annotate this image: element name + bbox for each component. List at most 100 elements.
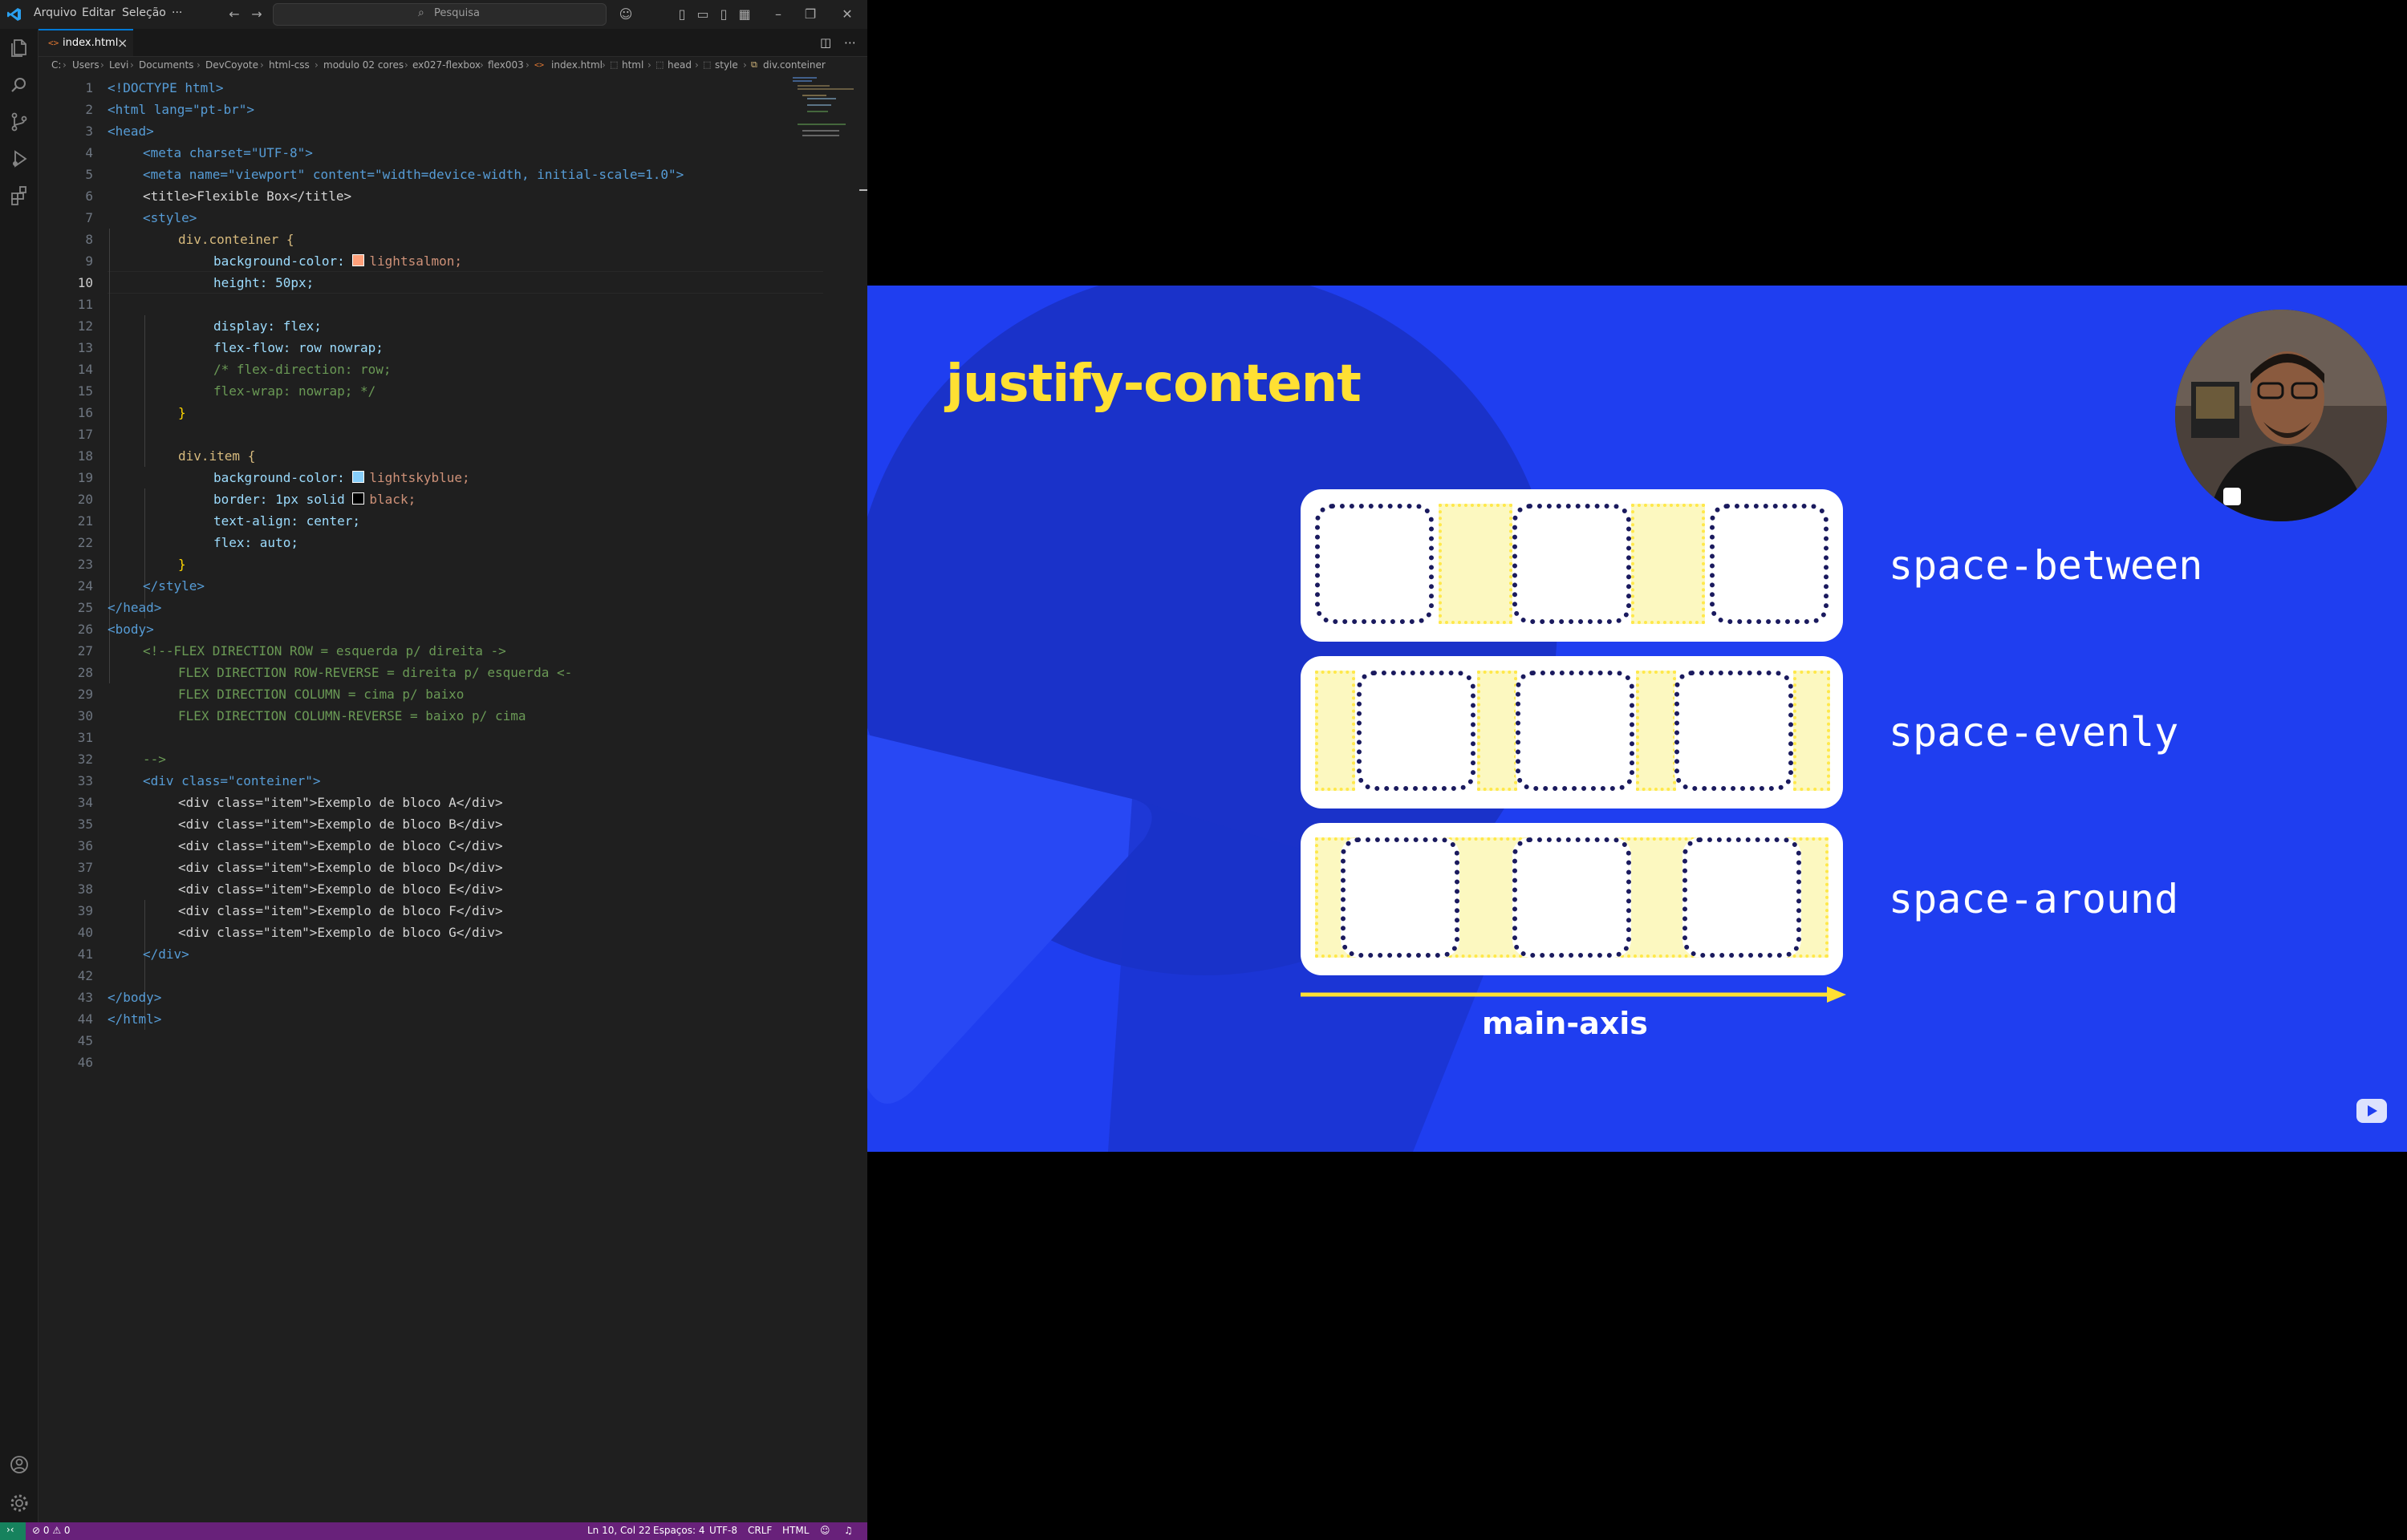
toggle-primary-sidebar-icon[interactable]: ▯ <box>674 6 690 22</box>
menu-editar[interactable]: Editar <box>82 6 115 19</box>
code-line: border: 1px solid black; <box>213 488 416 510</box>
breadcrumb-item[interactable]: head <box>668 59 692 71</box>
code-line: flex-wrap: nowrap; */ <box>213 383 376 399</box>
breadcrumb-item[interactable]: Users <box>72 59 99 71</box>
activity-bar <box>0 29 39 1522</box>
code-line: } <box>178 557 186 572</box>
line-number: 8 <box>85 232 93 247</box>
main-axis-label: main-axis <box>1482 1006 1648 1041</box>
run-debug-icon[interactable] <box>8 148 30 170</box>
scrollbar-indicator[interactable] <box>859 189 867 191</box>
notifications-bell-icon[interactable]: ♫ <box>844 1525 853 1536</box>
line-number: 30 <box>77 708 93 723</box>
copilot-status-icon[interactable]: ☺ <box>820 1525 830 1536</box>
line-number: 13 <box>77 340 93 355</box>
line-number: 11 <box>77 297 93 312</box>
code-line: <title>Flexible Box</title> <box>143 188 352 204</box>
breadcrumb-item[interactable]: flex003 <box>488 59 524 71</box>
forward-arrow-icon[interactable]: → <box>249 6 265 22</box>
line-number: 20 <box>77 492 93 507</box>
more-actions-icon[interactable]: ⋯ <box>844 35 856 50</box>
remote-indicator[interactable]: ›‹ <box>0 1522 26 1540</box>
file-encoding[interactable]: UTF-8 <box>709 1525 737 1536</box>
menu-selecao[interactable]: Seleção <box>122 6 166 19</box>
source-control-icon[interactable] <box>8 111 30 133</box>
command-search[interactable]: ⌕ Pesquisa <box>273 3 607 26</box>
code-line: background-color: lightsalmon; <box>213 250 462 272</box>
line-number: 40 <box>77 925 93 940</box>
close-window-icon[interactable]: ✕ <box>839 6 855 22</box>
css-property: border: 1px solid <box>213 492 345 507</box>
breadcrumb-item[interactable]: ex027-flexbox <box>412 59 481 71</box>
line-number: 35 <box>77 817 93 832</box>
color-swatch-lightsalmon[interactable] <box>352 254 365 266</box>
line-number: 43 <box>77 990 93 1005</box>
toggle-panel-icon[interactable]: ▭ <box>695 6 711 22</box>
line-ending[interactable]: CRLF <box>748 1525 772 1536</box>
explorer-icon[interactable] <box>8 37 30 59</box>
color-swatch-black[interactable] <box>352 492 365 505</box>
customize-layout-icon[interactable]: ▦ <box>737 6 753 22</box>
breadcrumb-item[interactable]: style <box>715 59 738 71</box>
breadcrumb-item[interactable]: Documents <box>139 59 193 71</box>
cursor-position[interactable]: Ln 10, Col 22 <box>587 1525 651 1536</box>
row-label-space-between: space-between <box>1889 542 2203 589</box>
search-label: Pesquisa <box>434 7 480 19</box>
slide: justify-content space-between space-even… <box>867 286 2407 1152</box>
vscode-window: Arquivo Editar Seleção ··· ← → ⌕ Pesquis… <box>0 0 867 1540</box>
language-mode[interactable]: HTML <box>782 1525 809 1536</box>
search-sidebar-icon[interactable] <box>8 74 30 96</box>
settings-gear-icon[interactable] <box>8 1492 30 1514</box>
tab-close-icon[interactable]: × <box>117 35 128 51</box>
line-number: 34 <box>77 795 93 810</box>
extensions-icon[interactable] <box>8 184 30 207</box>
problems-count[interactable]: ⊘ 0 ⚠ 0 <box>32 1525 71 1536</box>
line-number: 42 <box>77 968 93 983</box>
breadcrumb-item[interactable]: C: <box>51 59 61 71</box>
breadcrumb-item[interactable]: div.conteiner <box>763 59 826 71</box>
css-property: background-color: <box>213 470 345 485</box>
code-line: <!DOCTYPE html> <box>108 80 224 95</box>
line-number: 37 <box>77 860 93 875</box>
split-editor-icon[interactable]: ◫ <box>820 35 831 50</box>
toggle-secondary-sidebar-icon[interactable]: ▯ <box>716 6 732 22</box>
line-number: 12 <box>77 318 93 334</box>
back-arrow-icon[interactable]: ← <box>226 6 242 22</box>
breadcrumb: C: › Users › Levi › Documents › DevCoyot… <box>51 59 826 71</box>
breadcrumb-item[interactable]: html-css <box>269 59 310 71</box>
line-number: 21 <box>77 513 93 529</box>
line-number: 25 <box>77 600 93 615</box>
breadcrumb-item[interactable]: modulo 02 cores <box>323 59 404 71</box>
code-line: </style> <box>143 578 205 594</box>
menu-arquivo[interactable]: Arquivo <box>34 6 77 19</box>
breadcrumb-item[interactable]: DevCoyote <box>205 59 258 71</box>
code-line: flex: auto; <box>213 535 298 550</box>
presenter-webcam <box>2175 310 2387 521</box>
css-selector-icon: ⧉ <box>751 59 757 70</box>
color-swatch-lightskyblue[interactable] <box>352 471 365 483</box>
code-editor[interactable]: 1 2 3 4 5 6 7 8 9 10 11 12 13 14 15 16 1… <box>39 77 867 1521</box>
css-value: lightsalmon; <box>369 253 462 269</box>
account-icon[interactable] <box>8 1453 30 1476</box>
indentation[interactable]: Espaços: 4 <box>653 1525 705 1536</box>
code-line: /* flex-direction: row; <box>213 362 392 377</box>
remote-icon: ›‹ <box>6 1524 14 1535</box>
code-line: <div class="conteiner"> <box>143 773 321 788</box>
breadcrumb-item[interactable]: html <box>622 59 643 71</box>
copilot-icon[interactable]: ☺ <box>618 6 634 22</box>
menu-more[interactable]: ··· <box>172 6 182 19</box>
code-line: div.conteiner { <box>178 232 294 247</box>
breadcrumb-item[interactable]: Levi <box>109 59 128 71</box>
minimize-icon[interactable]: – <box>770 6 786 22</box>
minimap[interactable] <box>793 77 857 141</box>
tab-index-html[interactable]: <> index.html × <box>39 29 133 56</box>
breadcrumb-item[interactable]: index.html <box>551 59 603 71</box>
demo-row-space-between <box>1301 489 1843 642</box>
restore-icon[interactable]: ❐ <box>802 6 818 22</box>
code-line: </div> <box>143 946 189 962</box>
line-number: 45 <box>77 1033 93 1048</box>
line-number: 17 <box>77 427 93 442</box>
code-line: div.item { <box>178 448 256 464</box>
video-panel: justify-content space-between space-even… <box>867 0 2407 1540</box>
presenter-image <box>2175 310 2387 521</box>
